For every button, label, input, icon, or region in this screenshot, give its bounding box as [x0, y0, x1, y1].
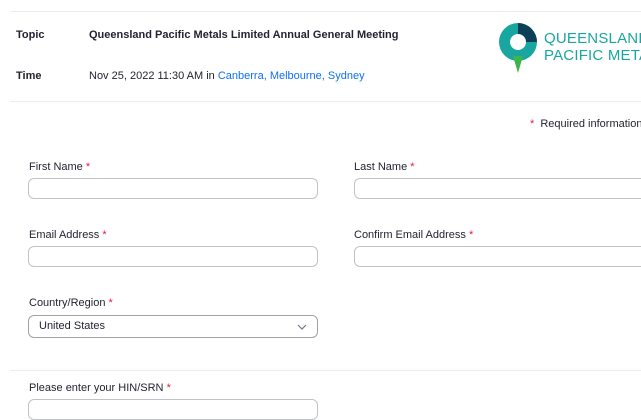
- required-marker: *: [166, 382, 171, 394]
- confirm-email-label-text: Confirm Email Address: [354, 229, 466, 241]
- first-name-label-text: First Name: [29, 161, 83, 173]
- email-field[interactable]: [28, 246, 318, 267]
- country-selected-value: United States: [39, 320, 106, 332]
- country-select[interactable]: United States: [28, 315, 318, 338]
- confirm-email-label: Confirm Email Address *: [354, 229, 473, 241]
- last-name-label-text: Last Name: [354, 161, 408, 173]
- topic-label: Topic: [16, 29, 45, 41]
- meeting-datetime: Nov 25, 2022 11:30 AM: [89, 70, 204, 82]
- country-label: Country/Region *: [29, 297, 113, 309]
- hin-label-text: Please enter your HIN/SRN: [29, 382, 164, 394]
- required-marker: *: [410, 161, 415, 173]
- company-logo: QUEENSLAND PACIFIC METALS: [496, 20, 641, 74]
- logo-mark-icon: [499, 23, 537, 73]
- required-marker: *: [530, 118, 535, 130]
- last-name-field[interactable]: [354, 178, 641, 199]
- logo-text-line2: PACIFIC METALS: [544, 47, 641, 64]
- required-marker: *: [108, 297, 113, 309]
- email-label: Email Address *: [29, 229, 107, 241]
- top-divider: [10, 11, 641, 12]
- confirm-email-field[interactable]: [354, 246, 641, 267]
- info-divider: [10, 101, 641, 102]
- required-note: * Required information: [530, 118, 641, 130]
- logo-text-line1: QUEENSLAND: [544, 30, 641, 47]
- form-divider: [10, 370, 641, 371]
- first-name-label: First Name *: [29, 161, 90, 173]
- time-label: Time: [16, 70, 42, 82]
- topic-value: Queensland Pacific Metals Limited Annual…: [89, 29, 399, 41]
- time-in-word: in: [206, 70, 215, 82]
- timezone-link[interactable]: Canberra, Melbourne, Sydney: [218, 70, 365, 82]
- required-marker: *: [85, 161, 91, 173]
- country-label-text: Country/Region: [29, 297, 106, 309]
- time-value: Nov 25, 2022 11:30 AM in Canberra, Melbo…: [89, 70, 365, 82]
- required-note-text: Required information: [540, 118, 641, 130]
- required-marker: *: [468, 229, 474, 241]
- required-marker: *: [102, 229, 107, 241]
- first-name-field[interactable]: [28, 178, 318, 199]
- last-name-label: Last Name *: [354, 161, 415, 173]
- email-label-text: Email Address: [29, 229, 100, 241]
- chevron-down-icon: [297, 324, 307, 330]
- hin-label: Please enter your HIN/SRN *: [29, 382, 171, 394]
